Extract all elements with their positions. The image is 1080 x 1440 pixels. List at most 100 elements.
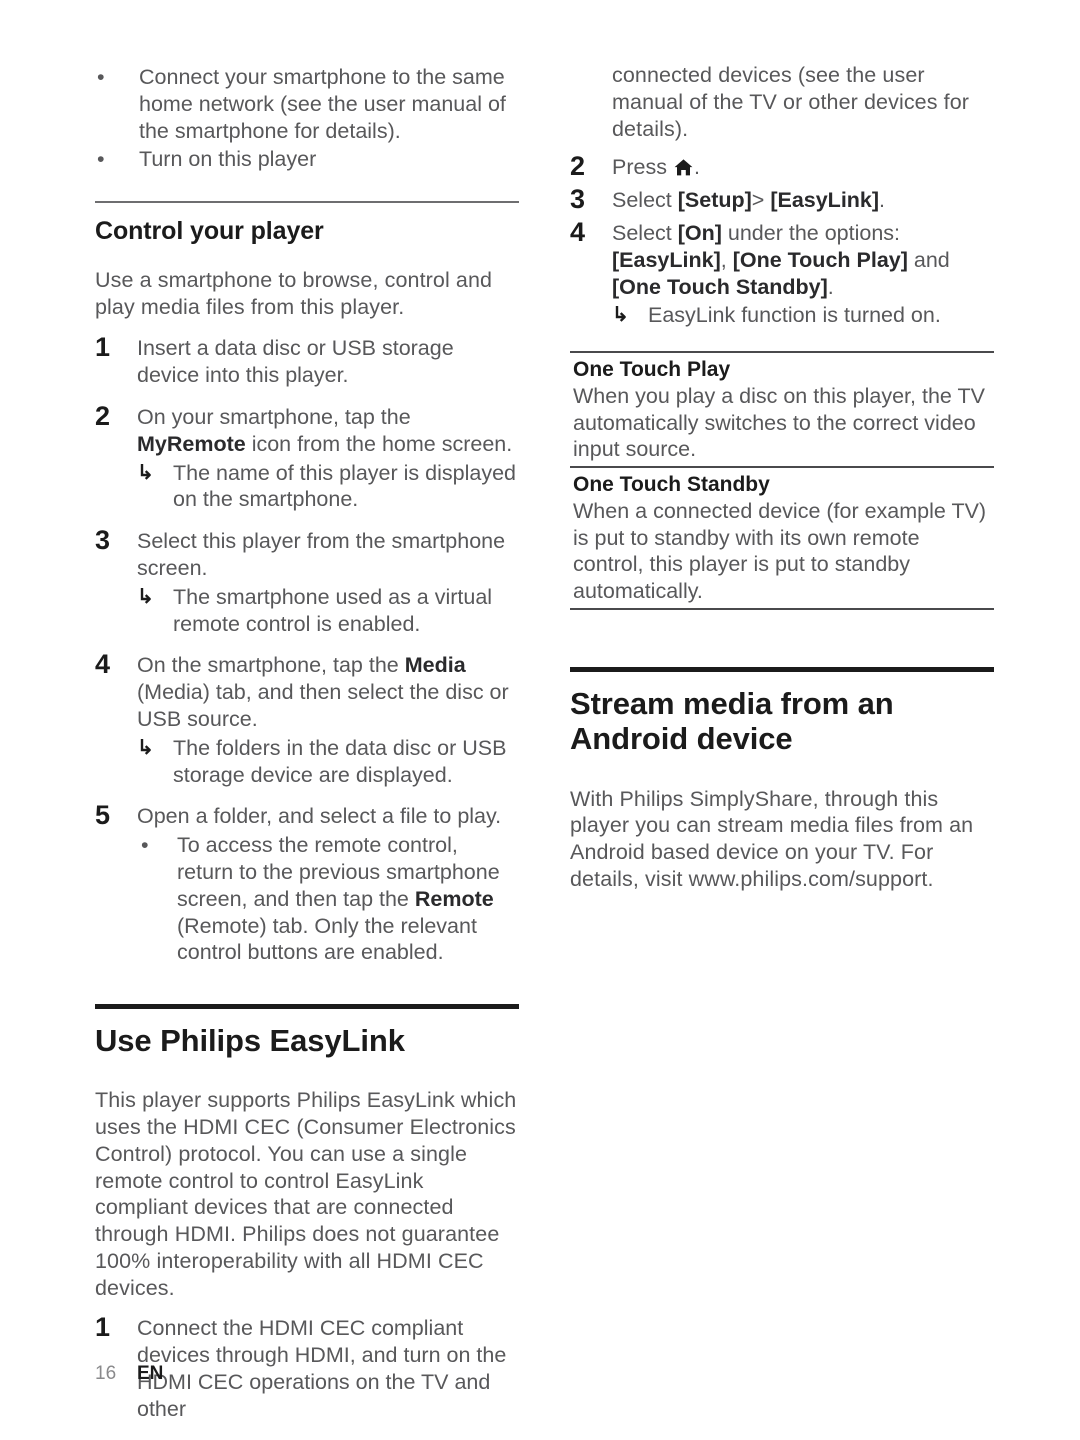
page-title-line2: Android device (570, 720, 793, 756)
result-row: ↳ EasyLink function is turned on. (612, 302, 994, 329)
step-text-post: . (827, 274, 834, 299)
step-sub-bullet: • To access the remote control, return t… (137, 832, 519, 966)
section-intro-paragraph: Use a smartphone to browse, control and … (95, 267, 493, 319)
menu-item-setup: [Setup] (677, 188, 752, 213)
note-divider-top (570, 351, 994, 353)
step-text-pre: Select (612, 220, 678, 245)
step-number: 4 (95, 649, 111, 680)
section-heading: Control your player (95, 216, 324, 245)
control-your-player-section: Control your player Use a smartphone to … (95, 201, 519, 320)
step-text-pre: Press (612, 155, 673, 180)
step-text-mid3: and (907, 247, 950, 272)
bullet-marker: • (97, 147, 105, 172)
step-result: ↳ The folders in the data disc or USB st… (137, 735, 519, 789)
step-text: Press . (612, 152, 994, 181)
sub-bullet-text-post: (Remote) tab. Only the relevant control … (177, 913, 477, 965)
step-text-pre: On the smartphone, tap the (137, 653, 405, 678)
language-code: EN (137, 1363, 164, 1384)
result-row: ↳ The folders in the data disc or USB st… (137, 735, 519, 789)
list-item-text: Turn on this player (139, 147, 317, 172)
note-divider-bottom (570, 607, 994, 610)
step-text-post: . (879, 188, 886, 213)
list-item-text: Connect your smartphone to the same home… (139, 65, 506, 143)
result-text: The name of this player is displayed on … (173, 460, 516, 512)
step-number: 4 (570, 216, 586, 247)
page-number: 16 (95, 1363, 117, 1384)
step-result: ↳ The name of this player is displayed o… (137, 460, 519, 514)
list-item: • Connect your smartphone to the same ho… (95, 64, 519, 144)
note-text: When a connected device (for example TV)… (573, 498, 987, 604)
step-number: 1 (95, 332, 111, 363)
step-number: 5 (95, 800, 111, 831)
step-result: ↳ EasyLink function is turned on. (612, 302, 994, 329)
step-item: 3 Select this player from the smartphone… (95, 526, 519, 582)
page-footer: 16 EN (95, 1363, 163, 1385)
list-item: • To access the remote control, return t… (137, 832, 519, 966)
result-text: The smartphone used as a virtual remote … (173, 584, 493, 636)
step-text: Open a folder, and select a file to play… (137, 804, 502, 829)
step-item: 2 On your smartphone, tap the MyRemote i… (95, 402, 519, 458)
list-item-text: To access the remote control, return to … (177, 832, 519, 966)
step-text: On the smartphone, tap the Media (Media)… (137, 650, 519, 732)
page-title-line1: Stream media from an (570, 685, 894, 721)
intro-bullet-list: • Connect your smartphone to the same ho… (95, 64, 519, 173)
step-item: 1 Insert a data disc or USB storage devi… (95, 333, 519, 389)
section-divider (95, 201, 519, 203)
step-item: 4 Select [On] under the options: [EasyLi… (570, 218, 994, 300)
result-arrow-icon: ↳ (137, 736, 154, 759)
step-text: Select [On] under the options: [EasyLink… (612, 218, 994, 300)
step-number: 1 (95, 1312, 111, 1343)
step-item: 3 Select [Setup]> [EasyLink]. (570, 185, 994, 214)
menu-option-easylink: [EasyLink] (612, 247, 721, 272)
menu-option-one-touch-play: [One Touch Play] (732, 247, 908, 272)
easylink-paragraph: This player supports Philips EasyLink wh… (95, 1088, 517, 1300)
step-number: 3 (95, 525, 111, 556)
step-text-mid: > (751, 188, 771, 213)
step-text-mid: under the options: (721, 220, 901, 245)
step-text: On your smartphone, tap the MyRemote ico… (137, 402, 519, 458)
step-number: 2 (570, 151, 586, 182)
continued-step-text: connected devices (see the user manual o… (612, 62, 994, 142)
step-text: Select this player from the smartphone s… (137, 529, 506, 580)
step-item: 5 Open a folder, and select a file to pl… (95, 801, 519, 830)
continued-paragraph: connected devices (see the user manual o… (612, 63, 970, 141)
right-column: connected devices (see the user manual o… (570, 62, 994, 893)
bullet-marker: • (97, 65, 105, 89)
note-text: When you play a disc on this player, the… (573, 383, 985, 462)
stream-paragraph: With Philips SimplyShare, through this p… (570, 786, 974, 891)
step-text: Select [Setup]> [EasyLink]. (612, 185, 994, 214)
result-arrow-icon: ↳ (137, 461, 154, 484)
step-text-pre: On your smartphone, tap the (137, 404, 411, 429)
step-text-mid2: , (720, 247, 733, 272)
step-text-bold: Media (404, 653, 466, 678)
step-number: 3 (570, 184, 586, 215)
step-text-pre: Select (612, 188, 678, 213)
step-text: Insert a data disc or USB storage device… (137, 336, 454, 388)
step-text: Connect the HDMI CEC compliant devices t… (137, 1316, 507, 1421)
sub-bullet-text-bold: Remote (414, 886, 494, 911)
list-item: • Turn on this player (95, 146, 519, 173)
result-arrow-icon: ↳ (612, 304, 629, 327)
note-box: One Touch Play When you play a disc on t… (570, 351, 994, 610)
step-text-post: . (693, 155, 700, 180)
menu-option-on: [On] (677, 220, 722, 245)
result-text: EasyLink function is turned on. (648, 303, 941, 328)
left-column: • Connect your smartphone to the same ho… (95, 62, 519, 1423)
step-item: 2 Press . (570, 152, 994, 181)
easylink-section: Use Philips EasyLink This player support… (95, 1004, 519, 1423)
step-text-post: icon from the home screen. (245, 431, 513, 456)
menu-item-easylink: [EasyLink] (770, 188, 880, 213)
stream-media-section: Stream media from an Android device With … (570, 666, 994, 893)
page-title: Use Philips EasyLink (95, 1023, 405, 1059)
note-title: One Touch Standby (573, 472, 770, 496)
result-row: ↳ The smartphone used as a virtual remot… (137, 584, 519, 638)
result-arrow-icon: ↳ (137, 585, 154, 608)
note-title: One Touch Play (573, 357, 731, 381)
manual-page: • Connect your smartphone to the same ho… (0, 0, 1080, 1440)
step-number: 2 (95, 400, 111, 431)
bullet-marker: • (141, 833, 149, 858)
menu-option-one-touch-standby: [One Touch Standby] (612, 274, 828, 299)
page-title: Stream media from an Android device (570, 686, 994, 756)
home-icon (674, 156, 693, 176)
control-player-steps: 1 Insert a data disc or USB storage devi… (95, 333, 519, 966)
